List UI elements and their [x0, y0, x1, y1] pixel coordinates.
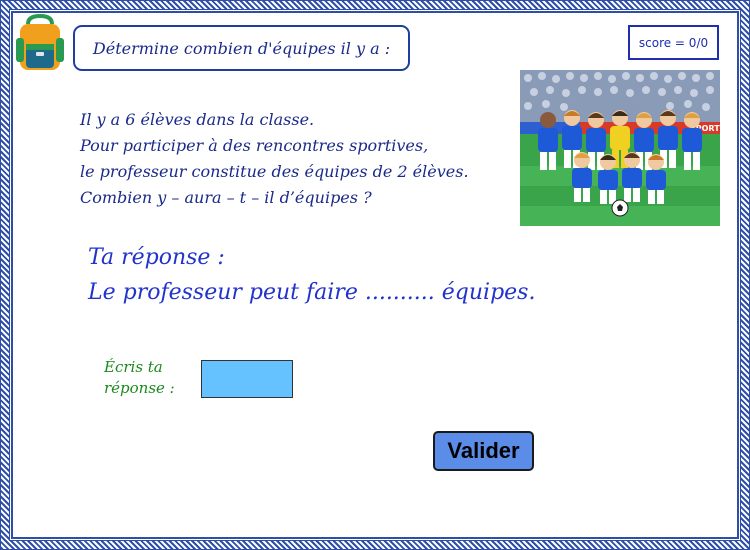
validate-label: Valider [447, 438, 520, 463]
score-display: score = 0/0 [628, 25, 719, 60]
prompt-line: Écris ta [104, 358, 163, 376]
soccer-ball-icon [611, 199, 629, 217]
problem-statement: Il y a 6 élèves dans la classe. Pour par… [80, 107, 500, 211]
input-prompt: Écris ta réponse : [104, 357, 204, 399]
answer-statement: Ta réponse : Le professeur peut faire ..… [88, 240, 535, 310]
team-photo: SPORT [520, 70, 720, 226]
backpack-icon [16, 14, 64, 70]
instruction-text: Détermine combien d'équipes il y a : [92, 38, 391, 58]
score-text: score = 0/0 [638, 35, 709, 50]
problem-line: Combien y – aura – t – il d’équipes ? [80, 188, 372, 207]
problem-line: Il y a 6 élèves dans la classe. [80, 110, 315, 129]
instruction-title: Détermine combien d'équipes il y a : [73, 25, 410, 71]
problem-line: le professeur constitue des équipes de 2… [80, 162, 469, 181]
prompt-line: réponse : [104, 379, 175, 397]
problem-line: Pour participer à des rencontres sportiv… [80, 136, 429, 155]
validate-button[interactable]: Valider [433, 431, 534, 471]
answer-sentence: Le professeur peut faire .......... équi… [88, 280, 536, 305]
answer-heading: Ta réponse : [88, 245, 225, 270]
answer-input[interactable] [201, 360, 293, 398]
